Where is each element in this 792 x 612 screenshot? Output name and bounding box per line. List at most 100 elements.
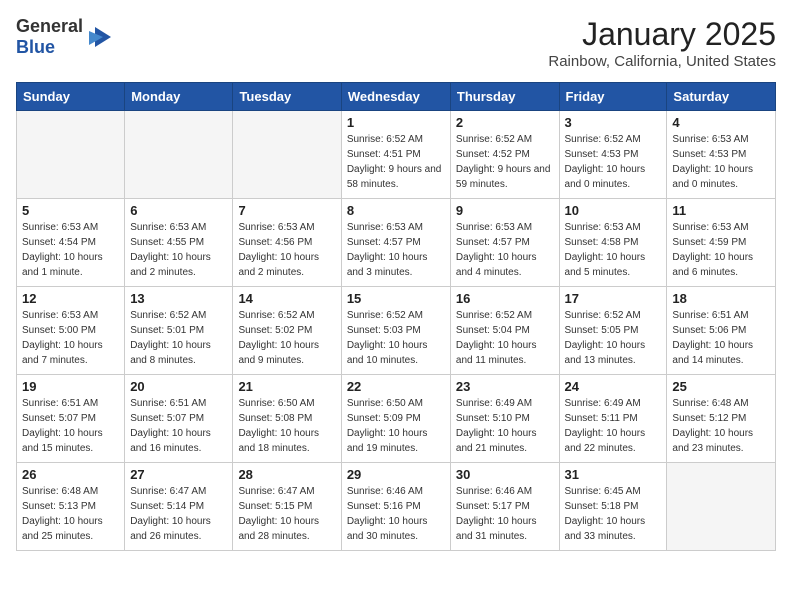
day-number: 26 bbox=[22, 467, 119, 482]
day-number: 20 bbox=[130, 379, 227, 394]
calendar-day-cell: 16 Sunrise: 6:52 AMSunset: 5:04 PMDayligh… bbox=[450, 287, 559, 375]
day-number: 13 bbox=[130, 291, 227, 306]
calendar-day-cell: 3 Sunrise: 6:52 AMSunset: 4:53 PMDaylight… bbox=[559, 111, 667, 199]
day-info: Sunrise: 6:45 AMSunset: 5:18 PMDaylight:… bbox=[565, 484, 662, 544]
calendar-day-cell: 30Sunrise: 6:46 AMSunset: 5:17 PMDayligh… bbox=[450, 463, 559, 551]
calendar-day-cell: 23Sunrise: 6:49 AMSunset: 5:10 PMDayligh… bbox=[450, 375, 559, 463]
calendar-day-cell: 24 Sunrise: 6:49 AMSunset: 5:11 PMDayligh… bbox=[559, 375, 667, 463]
calendar-day-cell: 1Sunrise: 6:52 AMSunset: 4:51 PMDaylight… bbox=[341, 111, 450, 199]
day-info: Sunrise: 6:52 AMSunset: 4:53 PMDaylight:… bbox=[565, 132, 662, 192]
weekday-header-thursday: Thursday bbox=[450, 83, 559, 111]
page-header: General Blue January 2025 Rainbow, Calif… bbox=[16, 16, 776, 70]
day-number: 27 bbox=[130, 467, 227, 482]
weekday-header-row: SundayMondayTuesdayWednesdayThursdayFrid… bbox=[17, 83, 776, 111]
calendar-week-row: 1Sunrise: 6:52 AMSunset: 4:51 PMDaylight… bbox=[17, 111, 776, 199]
title-block: January 2025 Rainbow, California, United… bbox=[548, 16, 776, 70]
calendar-week-row: 19 Sunrise: 6:51 AMSunset: 5:07 PMDayligh… bbox=[17, 375, 776, 463]
calendar-table: SundayMondayTuesdayWednesdayThursdayFrid… bbox=[16, 82, 776, 551]
calendar-day-cell: 2 Sunrise: 6:52 AMSunset: 4:52 PMDaylight… bbox=[450, 111, 559, 199]
day-number: 6 bbox=[130, 203, 227, 218]
day-number: 28 bbox=[238, 467, 335, 482]
day-number: 16 bbox=[456, 291, 554, 306]
day-number: 12 bbox=[22, 291, 119, 306]
day-info: Sunrise: 6:52 AMSunset: 5:04 PMDaylight:… bbox=[456, 308, 554, 368]
calendar-day-cell: 6Sunrise: 6:53 AMSunset: 4:55 PMDaylight… bbox=[125, 199, 233, 287]
day-number: 3 bbox=[565, 115, 662, 130]
logo-general: General bbox=[16, 16, 83, 36]
day-info: Sunrise: 6:52 AMSunset: 5:01 PMDaylight:… bbox=[130, 308, 227, 368]
day-info: Sunrise: 6:48 AMSunset: 5:13 PMDaylight:… bbox=[22, 484, 119, 544]
day-info: Sunrise: 6:47 AMSunset: 5:15 PMDaylight:… bbox=[238, 484, 335, 544]
day-number: 10 bbox=[565, 203, 662, 218]
day-number: 25 bbox=[672, 379, 770, 394]
day-number: 5 bbox=[22, 203, 119, 218]
day-info: Sunrise: 6:53 AMSunset: 4:59 PMDaylight:… bbox=[672, 220, 770, 280]
calendar-day-cell: 9Sunrise: 6:53 AMSunset: 4:57 PMDaylight… bbox=[450, 199, 559, 287]
day-info: Sunrise: 6:52 AMSunset: 5:05 PMDaylight:… bbox=[565, 308, 662, 368]
day-info: Sunrise: 6:52 AMSunset: 4:52 PMDaylight:… bbox=[456, 132, 554, 192]
day-number: 18 bbox=[672, 291, 770, 306]
calendar-day-cell: 21 Sunrise: 6:50 AMSunset: 5:08 PMDayligh… bbox=[233, 375, 341, 463]
calendar-day-cell: 8Sunrise: 6:53 AMSunset: 4:57 PMDaylight… bbox=[341, 199, 450, 287]
location-subtitle: Rainbow, California, United States bbox=[548, 53, 776, 70]
day-number: 19 bbox=[22, 379, 119, 394]
weekday-header-wednesday: Wednesday bbox=[341, 83, 450, 111]
calendar-day-cell: 12 Sunrise: 6:53 AMSunset: 5:00 PMDayligh… bbox=[17, 287, 125, 375]
calendar-week-row: 5 Sunrise: 6:53 AMSunset: 4:54 PMDaylight… bbox=[17, 199, 776, 287]
day-number: 15 bbox=[347, 291, 445, 306]
calendar-day-cell: 22Sunrise: 6:50 AMSunset: 5:09 PMDayligh… bbox=[341, 375, 450, 463]
logo: General Blue bbox=[16, 16, 113, 58]
day-info: Sunrise: 6:51 AMSunset: 5:07 PMDaylight:… bbox=[130, 396, 227, 456]
day-info: Sunrise: 6:50 AMSunset: 5:08 PMDaylight:… bbox=[238, 396, 335, 456]
day-info: Sunrise: 6:52 AMSunset: 4:51 PMDaylight:… bbox=[347, 132, 445, 192]
weekday-header-saturday: Saturday bbox=[667, 83, 776, 111]
calendar-day-cell bbox=[667, 463, 776, 551]
calendar-day-cell: 20 Sunrise: 6:51 AMSunset: 5:07 PMDayligh… bbox=[125, 375, 233, 463]
day-info: Sunrise: 6:47 AMSunset: 5:14 PMDaylight:… bbox=[130, 484, 227, 544]
calendar-day-cell: 15Sunrise: 6:52 AMSunset: 5:03 PMDayligh… bbox=[341, 287, 450, 375]
month-title: January 2025 bbox=[548, 16, 776, 53]
day-number: 21 bbox=[238, 379, 335, 394]
calendar-day-cell: 18Sunrise: 6:51 AMSunset: 5:06 PMDayligh… bbox=[667, 287, 776, 375]
calendar-week-row: 12 Sunrise: 6:53 AMSunset: 5:00 PMDayligh… bbox=[17, 287, 776, 375]
calendar-day-cell: 10 Sunrise: 6:53 AMSunset: 4:58 PMDayligh… bbox=[559, 199, 667, 287]
day-info: Sunrise: 6:46 AMSunset: 5:16 PMDaylight:… bbox=[347, 484, 445, 544]
logo-text: General Blue bbox=[16, 16, 83, 58]
weekday-header-sunday: Sunday bbox=[17, 83, 125, 111]
calendar-day-cell: 11Sunrise: 6:53 AMSunset: 4:59 PMDayligh… bbox=[667, 199, 776, 287]
day-info: Sunrise: 6:49 AMSunset: 5:11 PMDaylight:… bbox=[565, 396, 662, 456]
day-number: 4 bbox=[672, 115, 770, 130]
day-info: Sunrise: 6:53 AMSunset: 5:00 PMDaylight:… bbox=[22, 308, 119, 368]
calendar-day-cell bbox=[125, 111, 233, 199]
weekday-header-tuesday: Tuesday bbox=[233, 83, 341, 111]
day-number: 14 bbox=[238, 291, 335, 306]
day-number: 23 bbox=[456, 379, 554, 394]
calendar-day-cell: 5 Sunrise: 6:53 AMSunset: 4:54 PMDaylight… bbox=[17, 199, 125, 287]
calendar-day-cell: 27 Sunrise: 6:47 AMSunset: 5:14 PMDayligh… bbox=[125, 463, 233, 551]
weekday-header-monday: Monday bbox=[125, 83, 233, 111]
day-info: Sunrise: 6:48 AMSunset: 5:12 PMDaylight:… bbox=[672, 396, 770, 456]
day-number: 22 bbox=[347, 379, 445, 394]
calendar-day-cell: 29Sunrise: 6:46 AMSunset: 5:16 PMDayligh… bbox=[341, 463, 450, 551]
logo-icon bbox=[85, 23, 113, 51]
weekday-header-friday: Friday bbox=[559, 83, 667, 111]
day-number: 2 bbox=[456, 115, 554, 130]
day-info: Sunrise: 6:51 AMSunset: 5:07 PMDaylight:… bbox=[22, 396, 119, 456]
day-number: 17 bbox=[565, 291, 662, 306]
calendar-day-cell: 28 Sunrise: 6:47 AMSunset: 5:15 PMDayligh… bbox=[233, 463, 341, 551]
day-number: 31 bbox=[565, 467, 662, 482]
day-number: 8 bbox=[347, 203, 445, 218]
day-number: 30 bbox=[456, 467, 554, 482]
calendar-day-cell: 19 Sunrise: 6:51 AMSunset: 5:07 PMDayligh… bbox=[17, 375, 125, 463]
day-info: Sunrise: 6:53 AMSunset: 4:58 PMDaylight:… bbox=[565, 220, 662, 280]
day-number: 24 bbox=[565, 379, 662, 394]
calendar-day-cell: 13 Sunrise: 6:52 AMSunset: 5:01 PMDayligh… bbox=[125, 287, 233, 375]
calendar-day-cell bbox=[233, 111, 341, 199]
day-info: Sunrise: 6:53 AMSunset: 4:54 PMDaylight:… bbox=[22, 220, 119, 280]
calendar-day-cell: 31 Sunrise: 6:45 AMSunset: 5:18 PMDayligh… bbox=[559, 463, 667, 551]
calendar-week-row: 26 Sunrise: 6:48 AMSunset: 5:13 PMDayligh… bbox=[17, 463, 776, 551]
calendar-day-cell: 17 Sunrise: 6:52 AMSunset: 5:05 PMDayligh… bbox=[559, 287, 667, 375]
day-info: Sunrise: 6:52 AMSunset: 5:02 PMDaylight:… bbox=[238, 308, 335, 368]
day-info: Sunrise: 6:53 AMSunset: 4:57 PMDaylight:… bbox=[456, 220, 554, 280]
calendar-day-cell: 7Sunrise: 6:53 AMSunset: 4:56 PMDaylight… bbox=[233, 199, 341, 287]
